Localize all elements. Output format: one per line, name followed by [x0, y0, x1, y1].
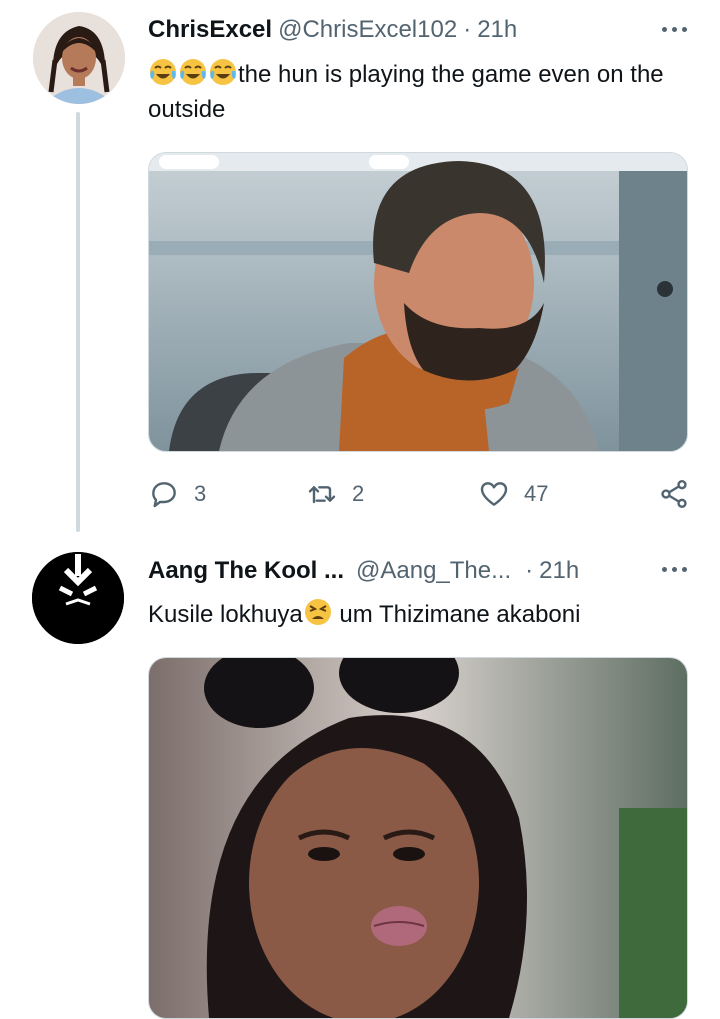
more-options-button[interactable] — [658, 14, 692, 44]
tweet-2[interactable]: Aang The Kool ... @Aang_The... · 21h Kusile… — [0, 540, 720, 1019]
tweet-media-image[interactable] — [148, 152, 688, 452]
author-name[interactable]: ChrisExcel — [148, 16, 272, 43]
tweet-text-part-1: Kusile lokhuya — [148, 601, 303, 628]
retweet-button[interactable]: 2 — [306, 474, 364, 514]
avatar[interactable] — [32, 552, 124, 644]
tweet-actions: 3 2 47 — [148, 474, 696, 514]
tweet-media-image[interactable] — [148, 657, 688, 1019]
author-name[interactable]: Aang The Kool ... — [148, 557, 344, 584]
tweet-1[interactable]: ChrisExcel @ChrisExcel102 · 21h the hun is … — [0, 0, 720, 540]
tweet-header: ChrisExcel @ChrisExcel102 · 21h — [148, 16, 517, 50]
separator: · — [525, 557, 534, 584]
avatar[interactable] — [33, 12, 125, 104]
thread-line — [76, 112, 80, 532]
like-count: 47 — [524, 481, 549, 506]
separator: · — [463, 16, 472, 43]
tired-face-icon — [303, 597, 333, 627]
more-options-button[interactable] — [658, 554, 692, 584]
reply-button[interactable]: 3 — [148, 474, 206, 514]
retweet-count: 2 — [352, 481, 365, 506]
face-with-tears-of-joy-icon — [148, 57, 178, 87]
author-handle[interactable]: @Aang_The... — [356, 557, 511, 584]
share-button[interactable] — [658, 474, 704, 514]
author-handle[interactable]: @ChrisExcel102 — [278, 16, 457, 43]
like-button[interactable]: 47 — [478, 474, 548, 514]
tweet-header: Aang The Kool ... @Aang_The... · 21h — [148, 557, 579, 591]
reply-count: 3 — [194, 481, 207, 506]
tweet-text: Kusile lokhuya um Thizimane akaboni — [148, 597, 688, 632]
share-icon — [661, 480, 687, 508]
timestamp[interactable]: 21h — [539, 557, 579, 584]
tweet-text-part-2: um Thizimane akaboni — [332, 601, 581, 628]
reply-icon — [152, 482, 176, 508]
face-with-tears-of-joy-icon — [178, 57, 208, 87]
retweet-icon — [308, 486, 336, 504]
timestamp[interactable]: 21h — [477, 16, 517, 43]
face-with-tears-of-joy-icon — [208, 57, 238, 87]
tweet-text: the hun is playing the game even on the … — [148, 57, 688, 127]
heart-icon — [480, 482, 508, 506]
